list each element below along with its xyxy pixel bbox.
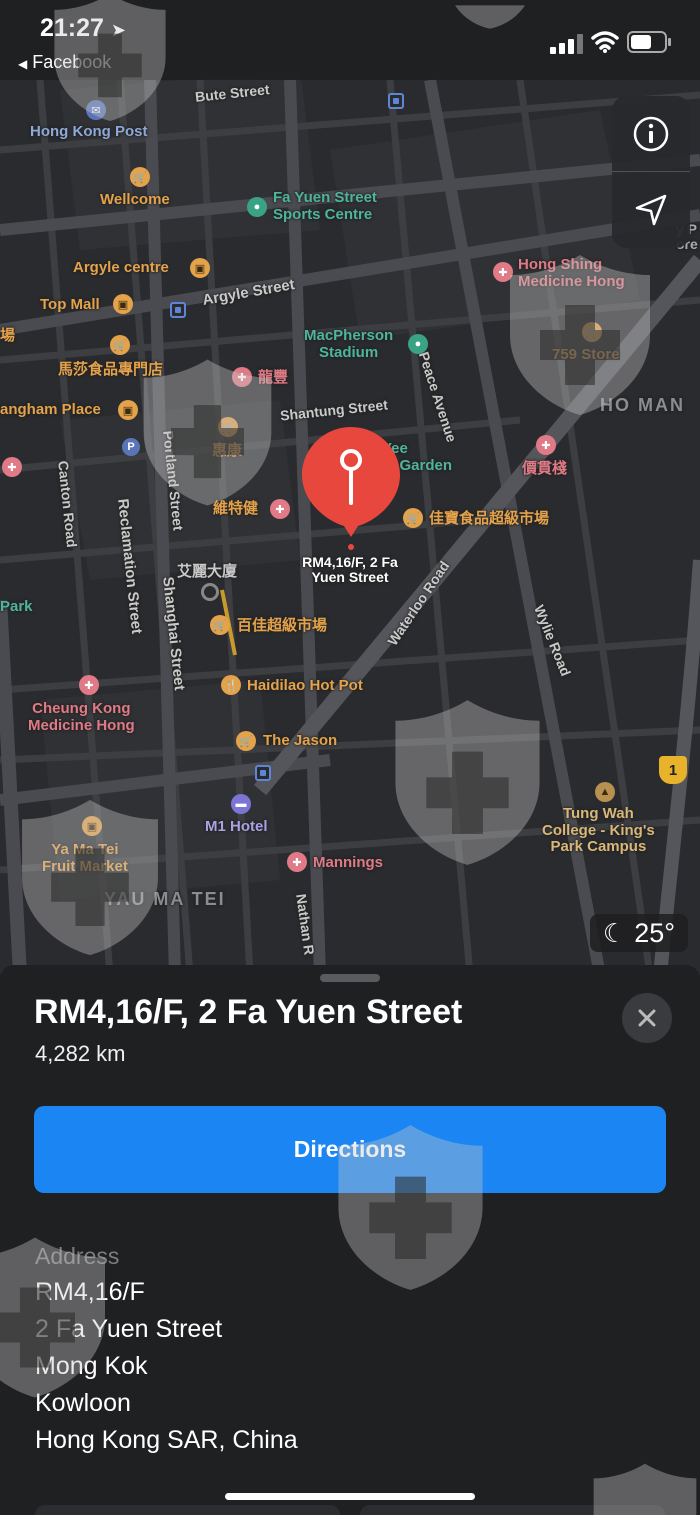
restaurant-icon[interactable]: 🍴 xyxy=(221,675,241,695)
cart-icon[interactable]: 🛒 xyxy=(236,731,256,751)
location-arrow-icon: ➤ xyxy=(110,20,126,40)
location-pin-icon[interactable] xyxy=(300,425,402,550)
shopping-bag-icon[interactable]: ▣ xyxy=(113,294,133,314)
status-bar: 21:27 ➤ ◀ Facebook xyxy=(0,0,700,80)
current-location-button[interactable] xyxy=(612,172,690,247)
route-shield: 1 xyxy=(659,756,687,784)
sheet-grabber[interactable] xyxy=(320,974,380,982)
status-time: 21:27 ➤ xyxy=(40,14,126,42)
back-triangle-icon: ◀ xyxy=(18,57,28,71)
transit-icon[interactable] xyxy=(255,765,271,781)
pharmacy-icon[interactable]: ✚ xyxy=(270,499,290,519)
cart-icon[interactable]: 🛒 xyxy=(403,508,423,528)
shopping-bag-icon[interactable]: ▣ xyxy=(82,816,102,836)
poi-759-store[interactable]: 759 Store xyxy=(552,346,620,364)
transit-icon[interactable] xyxy=(388,93,404,109)
cart-icon[interactable]: 🛒 xyxy=(110,335,130,355)
wifi-icon xyxy=(591,31,619,53)
sports-icon[interactable]: ● xyxy=(247,197,267,217)
cart-icon[interactable]: 🛒 xyxy=(218,417,238,437)
pharmacy-icon[interactable]: ✚ xyxy=(287,852,307,872)
pharmacy-icon[interactable]: ✚ xyxy=(232,367,252,387)
poi-ngai-lai[interactable]: 艾麗大廈 xyxy=(177,563,237,581)
poi-fa-yuen-sports[interactable]: Fa Yuen Street Sports Centre xyxy=(273,189,377,223)
address-line: Mong Kok xyxy=(35,1352,148,1380)
poi-langham-place[interactable]: angham Place xyxy=(0,401,101,419)
directions-button[interactable]: Directions xyxy=(34,1106,666,1193)
place-card-sheet[interactable]: RM4,16/F, 2 Fa Yuen Street 4,282 km Dire… xyxy=(0,965,700,1515)
action-card[interactable] xyxy=(360,1505,665,1515)
poi-wai-hong[interactable]: 惠康 xyxy=(212,442,242,460)
poi-wai-tak-kin[interactable]: 維特健 xyxy=(213,500,258,518)
pharmacy-icon[interactable]: ✚ xyxy=(2,457,22,477)
district-ho-man: HO MAN xyxy=(600,395,685,415)
cart-icon[interactable]: 🛒 xyxy=(130,167,150,187)
poi-mannings[interactable]: Mannings xyxy=(313,854,383,872)
poi-m1-hotel[interactable]: M1 Hotel xyxy=(205,818,268,836)
map-controls xyxy=(612,96,690,248)
poi-the-jason[interactable]: The Jason xyxy=(263,732,337,750)
home-indicator xyxy=(225,1493,475,1500)
shopping-bag-icon[interactable]: ▣ xyxy=(118,400,138,420)
poi-masa-shop[interactable]: 馬莎食品專門店 xyxy=(58,361,163,379)
hotel-icon[interactable]: ▬ xyxy=(231,794,251,814)
address-label: Address xyxy=(35,1243,120,1269)
school-icon[interactable]: ▲ xyxy=(595,782,615,802)
navigation-arrow-icon xyxy=(635,194,667,225)
address-line: Hong Kong SAR, China xyxy=(35,1426,298,1454)
pharmacy-icon[interactable]: ✚ xyxy=(79,675,99,695)
post-office-icon[interactable]: ✉ xyxy=(86,100,106,120)
info-icon xyxy=(633,116,669,151)
parking-icon[interactable]: P xyxy=(122,438,140,456)
back-to-app-button[interactable]: ◀ Facebook xyxy=(18,52,111,73)
map-view[interactable]: Bute Street Argyle Street Shantung Stree… xyxy=(0,0,700,975)
poi-lung-fung[interactable]: 龍豐 xyxy=(258,369,288,387)
address-line: RM4,16/F xyxy=(35,1278,145,1306)
poi-hong-shing[interactable]: Hong Shing Medicine Hong xyxy=(518,256,625,290)
cart-icon[interactable]: 🛒 xyxy=(582,322,602,342)
action-card[interactable] xyxy=(35,1505,340,1515)
close-button[interactable] xyxy=(622,993,672,1043)
transit-icon[interactable] xyxy=(170,302,186,318)
address-line: Kowloon xyxy=(35,1389,131,1417)
district-yau-ma-tei: YAU MA TEI xyxy=(104,889,226,909)
weather-temp: 25° xyxy=(634,917,676,948)
cellular-signal-icon xyxy=(550,34,583,54)
pin-label[interactable]: RM4,16/F, 2 Fa Yuen Street xyxy=(280,554,420,586)
poi-baijia[interactable]: 百佳超級市場 xyxy=(237,617,327,635)
shopping-bag-icon[interactable]: ▣ xyxy=(190,258,210,278)
poi-cheung-kong[interactable]: Cheung Kong Medicine Hong xyxy=(28,700,135,734)
address-line: 2 Fa Yuen Street xyxy=(35,1315,223,1343)
weather-badge: ☾ 25° xyxy=(590,914,688,952)
poi-value-shop[interactable]: 價貫棧 xyxy=(522,460,567,478)
poi-ka-bo[interactable]: 佳寶食品超級市場 xyxy=(429,510,549,528)
info-button[interactable] xyxy=(612,96,690,171)
pharmacy-icon[interactable]: ✚ xyxy=(536,435,556,455)
poi-edge-left[interactable]: 場 xyxy=(0,327,15,345)
pharmacy-icon[interactable]: ✚ xyxy=(493,262,513,282)
poi-hong-kong-post[interactable]: Hong Kong Post xyxy=(30,123,147,141)
stadium-icon[interactable]: ● xyxy=(408,334,428,354)
building-icon[interactable] xyxy=(201,583,219,601)
poi-tung-wah[interactable]: Tung Wah College - King's Park Campus xyxy=(542,805,655,856)
poi-haidilao[interactable]: Haidilao Hot Pot xyxy=(247,677,363,695)
cart-icon[interactable]: 🛒 xyxy=(210,615,230,635)
poi-macpherson[interactable]: MacPherson Stadium xyxy=(304,327,393,361)
poi-top-mall[interactable]: Top Mall xyxy=(40,296,100,314)
poi-park[interactable]: Park xyxy=(0,598,33,616)
poi-wellcome[interactable]: Wellcome xyxy=(100,191,170,209)
place-distance: 4,282 km xyxy=(35,1041,126,1066)
poi-fruit-market[interactable]: Ya Ma Tei Fruit Market xyxy=(42,841,128,875)
battery-icon xyxy=(627,31,671,53)
moon-icon: ☾ xyxy=(602,917,627,948)
close-icon xyxy=(638,1009,656,1027)
poi-argyle-centre[interactable]: Argyle centre xyxy=(73,259,169,277)
place-title: RM4,16/F, 2 Fa Yuen Street xyxy=(34,993,463,1031)
